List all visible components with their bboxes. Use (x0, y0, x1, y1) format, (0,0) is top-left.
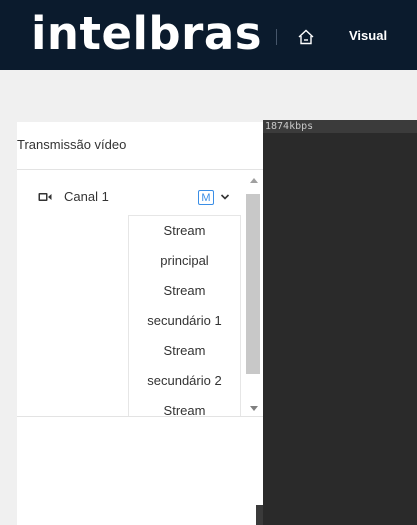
scroll-up-arrow-icon[interactable] (250, 178, 258, 183)
dropdown-option-sub-stream-3-line1[interactable]: Stream (129, 396, 240, 416)
nav-tab-visualizacao[interactable]: Visual (349, 28, 387, 43)
dropdown-option-main-stream-line2[interactable]: principal (129, 246, 240, 276)
chevron-down-icon[interactable] (220, 193, 230, 201)
home-icon[interactable] (296, 27, 316, 47)
stream-dropdown-menu: Stream principal Stream secundário 1 Str… (128, 215, 241, 416)
panel-divider (17, 169, 264, 170)
channel-list-bottom-border (17, 416, 264, 417)
bitrate-readout: 1874kbps (263, 120, 417, 133)
dropdown-option-sub-stream-1-line1[interactable]: Stream (129, 276, 240, 306)
channel-item-canal-1[interactable]: Canal 1 (64, 189, 109, 204)
dropdown-option-main-stream-line1[interactable]: Stream (129, 216, 240, 246)
panel-title: Transmissão vídeo (17, 137, 127, 152)
scroll-down-arrow-icon[interactable] (250, 406, 258, 411)
top-navigation-bar: intelbras Visual (0, 0, 417, 70)
dropdown-option-sub-stream-2-line2[interactable]: secundário 2 (129, 366, 240, 396)
intelbras-logo: intelbras (31, 7, 262, 60)
video-view-area[interactable] (263, 120, 417, 525)
stream-type-badge[interactable]: M (198, 190, 214, 205)
camera-icon (38, 193, 52, 201)
panel-resize-handle[interactable] (256, 505, 263, 525)
scrollbar-thumb[interactable] (246, 194, 260, 374)
channel-list-scrollbar[interactable] (245, 176, 261, 416)
nav-divider (276, 29, 277, 45)
dropdown-option-sub-stream-1-line2[interactable]: secundário 1 (129, 306, 240, 336)
dropdown-option-sub-stream-2-line1[interactable]: Stream (129, 336, 240, 366)
